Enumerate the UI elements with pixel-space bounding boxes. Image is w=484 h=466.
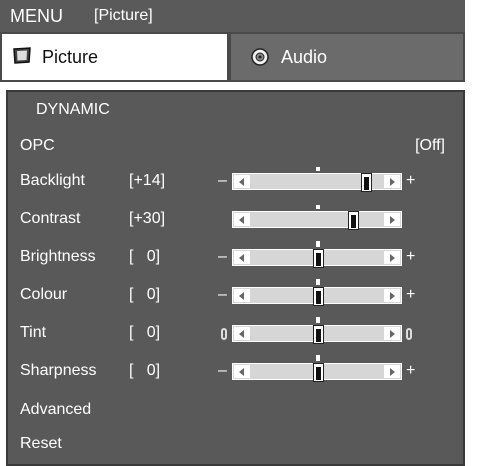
- plus-icon: +: [406, 286, 416, 303]
- slider-center-marker: [316, 241, 320, 247]
- slider-label: Colour: [20, 286, 68, 303]
- speaker-icon: [249, 47, 271, 72]
- slider-right-cap: [384, 175, 400, 188]
- tab-picture-label: Picture: [42, 47, 99, 67]
- slider-right-cap: [384, 213, 400, 226]
- slider-value: [ 0]: [129, 362, 161, 379]
- arrow-left-icon: [239, 292, 244, 300]
- tab-picture[interactable]: Picture: [0, 32, 229, 82]
- slider-left-cap: [234, 289, 250, 302]
- av-mode-value: DYNAMIC: [36, 101, 110, 118]
- menu-title: MENU: [10, 6, 63, 26]
- arrow-left-icon: [239, 330, 244, 338]
- arrow-right-icon: [390, 292, 395, 300]
- slider-row-tint[interactable]: Tint [ 0]: [8, 317, 463, 349]
- slider-center-marker: [316, 317, 320, 323]
- slider-thumb[interactable]: [313, 363, 324, 382]
- arrow-left-icon: [239, 254, 244, 262]
- slider-track[interactable]: [232, 279, 402, 306]
- slider-center-marker: [316, 279, 320, 285]
- slider-thumb[interactable]: [313, 249, 324, 268]
- reset-row[interactable]: Reset: [8, 430, 463, 460]
- tab-strip: Picture Audio: [0, 32, 465, 82]
- tab-audio-label: Audio: [281, 47, 328, 67]
- arrow-right-icon: [390, 178, 395, 186]
- slider-center-marker: [316, 205, 320, 209]
- slider-left-cap: [234, 327, 250, 340]
- opc-label: OPC: [20, 137, 55, 154]
- tab-audio[interactable]: Audio: [229, 32, 465, 82]
- slider-row-colour[interactable]: Colour [ 0] – +: [8, 279, 463, 311]
- slider-thumb[interactable]: [348, 211, 359, 230]
- slider-label: Sharpness: [20, 362, 97, 379]
- slider-value: [+30]: [129, 210, 166, 227]
- slider-track[interactable]: [232, 167, 402, 192]
- slider-label: Contrast: [20, 210, 81, 227]
- arrow-right-icon: [390, 368, 395, 376]
- slider-track[interactable]: [232, 317, 402, 344]
- advanced-label: Advanced: [20, 401, 92, 418]
- slider-value: [ 0]: [129, 324, 161, 341]
- slider-row-sharpness[interactable]: Sharpness [ 0] – +: [8, 355, 463, 387]
- advanced-row[interactable]: Advanced: [8, 396, 463, 426]
- menu-bar: MENU [Picture]: [0, 0, 465, 32]
- slider-label: Tint: [20, 324, 47, 341]
- slider-value: [ 0]: [129, 248, 161, 265]
- slider-row-contrast[interactable]: Contrast [+30]: [8, 205, 463, 235]
- arrow-left-icon: [239, 368, 244, 376]
- slider-center-marker: [316, 167, 320, 171]
- tint-left-icon: [221, 328, 227, 340]
- plus-icon: +: [406, 248, 416, 265]
- slider-thumb[interactable]: [313, 287, 324, 306]
- slider-left-cap: [234, 175, 250, 188]
- reset-label: Reset: [20, 435, 62, 452]
- arrow-right-icon: [390, 330, 395, 338]
- slider-row-brightness[interactable]: Brightness [ 0] – +: [8, 241, 463, 273]
- settings-panel: DYNAMIC OPC [Off] Backlight [+14] – + Contra…: [6, 90, 465, 466]
- opc-row[interactable]: OPC [Off]: [8, 132, 463, 162]
- av-mode-row[interactable]: DYNAMIC: [8, 96, 463, 126]
- tint-right-icon: [406, 328, 412, 340]
- slider-thumb[interactable]: [313, 325, 324, 344]
- slider-thumb[interactable]: [361, 173, 372, 192]
- tv-osd: MENU [Picture] Picture Audio DYNAMIC OPC…: [0, 0, 465, 466]
- slider-track[interactable]: [232, 241, 402, 268]
- opc-value: [Off]: [415, 137, 445, 154]
- slider-right-cap: [384, 327, 400, 340]
- slider-track[interactable]: [232, 355, 402, 382]
- slider-right-cap: [384, 365, 400, 378]
- arrow-right-icon: [390, 254, 395, 262]
- arrow-left-icon: [239, 216, 244, 224]
- slider-row-backlight[interactable]: Backlight [+14] – +: [8, 167, 463, 197]
- minus-icon: –: [218, 362, 227, 379]
- monitor-icon: [12, 47, 32, 70]
- slider-track[interactable]: [232, 205, 402, 230]
- slider-left-cap: [234, 251, 250, 264]
- plus-icon: +: [406, 362, 416, 379]
- arrow-left-icon: [239, 178, 244, 186]
- slider-label: Backlight: [20, 172, 85, 189]
- slider-left-cap: [234, 213, 250, 226]
- slider-value: [ 0]: [129, 286, 161, 303]
- slider-left-cap: [234, 365, 250, 378]
- minus-icon: –: [218, 172, 227, 189]
- plus-icon: +: [406, 172, 416, 189]
- breadcrumb: [Picture]: [94, 7, 153, 24]
- minus-icon: –: [218, 286, 227, 303]
- slider-center-marker: [316, 355, 320, 361]
- slider-value: [+14]: [129, 172, 166, 189]
- slider-right-cap: [384, 289, 400, 302]
- slider-right-cap: [384, 251, 400, 264]
- arrow-right-icon: [390, 216, 395, 224]
- minus-icon: –: [218, 248, 227, 265]
- slider-label: Brightness: [20, 248, 96, 265]
